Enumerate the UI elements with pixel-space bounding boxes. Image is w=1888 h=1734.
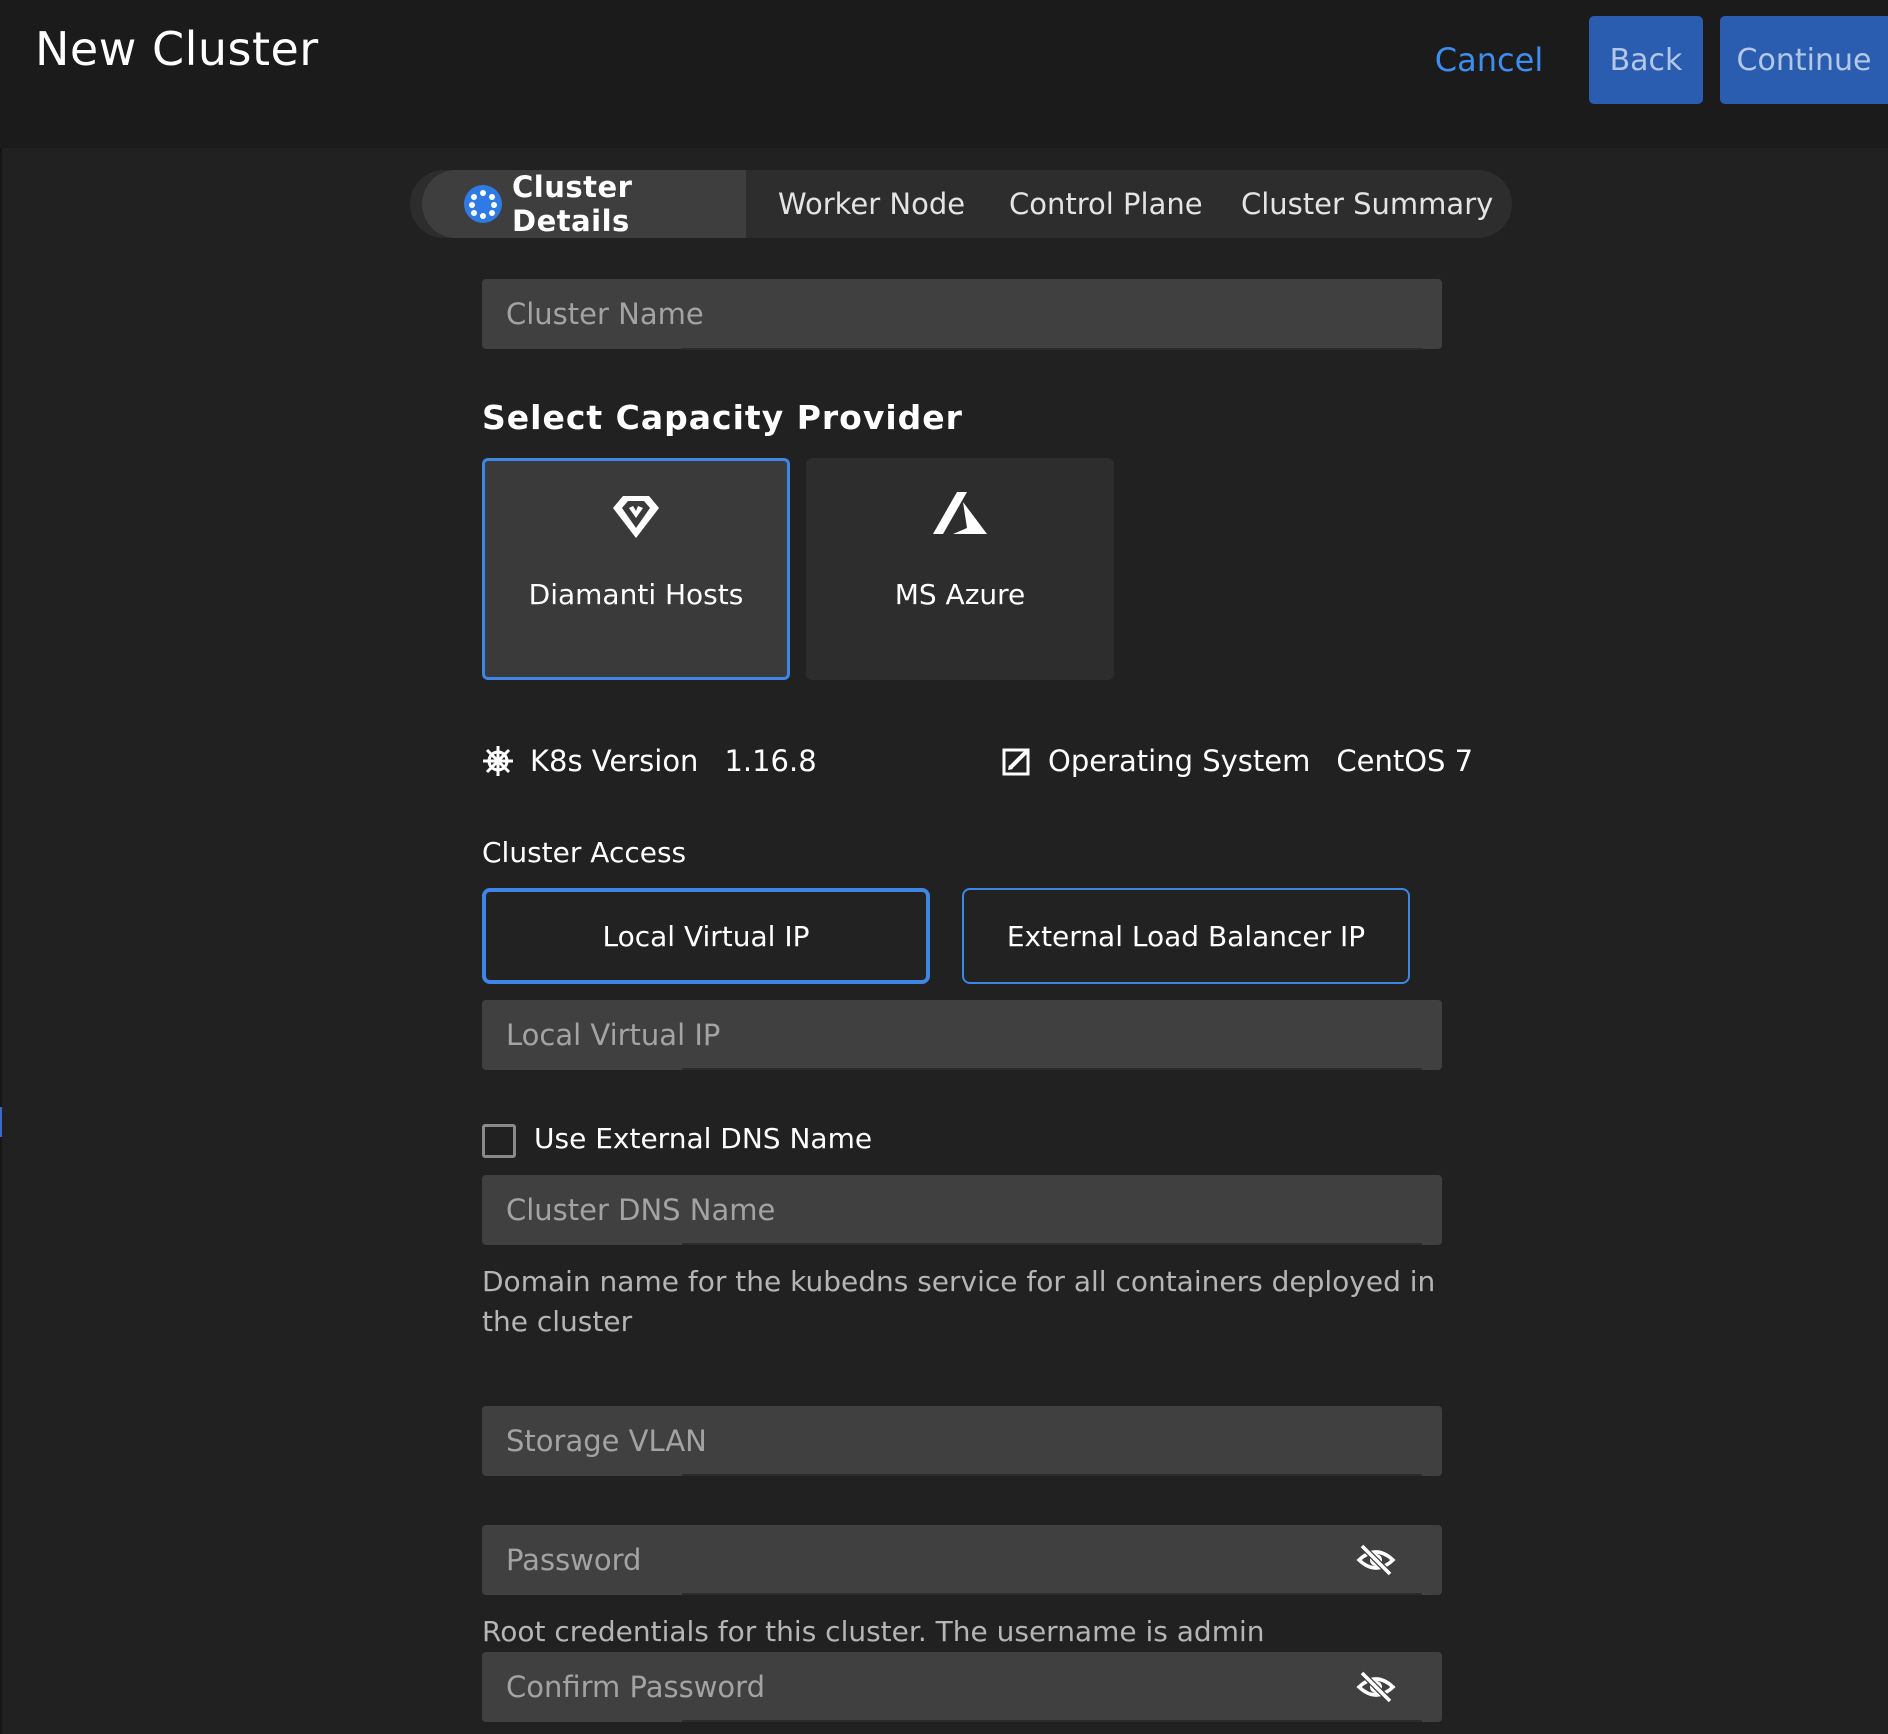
back-button[interactable]: Back [1589, 16, 1703, 104]
tab-worker-node[interactable]: Worker Node [778, 170, 965, 238]
cluster-name-input[interactable] [482, 279, 1442, 349]
operating-system-label: Operating System [1048, 744, 1311, 778]
tab-cluster-summary[interactable]: Cluster Summary [1241, 170, 1493, 238]
tab-label: Control Plane [1009, 187, 1203, 221]
page-title: New Cluster [35, 22, 319, 76]
external-load-balancer-ip-option[interactable]: External Load Balancer IP [962, 888, 1410, 984]
tab-control-plane[interactable]: Control Plane [1009, 170, 1203, 238]
cancel-button[interactable]: Cancel [1426, 16, 1552, 104]
tab-label: Cluster Summary [1241, 187, 1494, 221]
provider-diamanti-hosts[interactable]: Diamanti Hosts [482, 458, 790, 680]
k8s-version-value: 1.16.8 [724, 744, 817, 778]
cluster-access-title: Cluster Access [482, 836, 687, 869]
provider-label: MS Azure [894, 578, 1026, 611]
field-underline [682, 1720, 1422, 1722]
tab-label: Cluster Details [512, 170, 633, 238]
continue-button[interactable]: Continue [1720, 16, 1888, 104]
field-underline [682, 348, 1422, 350]
local-virtual-ip-option[interactable]: Local Virtual IP [482, 888, 930, 984]
operating-system-value: CentOS 7 [1336, 744, 1474, 778]
k8s-version-label: K8s Version [530, 744, 699, 778]
password-help-text: Root credentials for this cluster. The u… [482, 1615, 1265, 1648]
capacity-provider-title: Select Capacity Provider [482, 398, 963, 437]
use-external-dns-checkbox[interactable] [482, 1124, 516, 1158]
left-rail [0, 148, 2, 1734]
kubernetes-icon [483, 746, 513, 776]
local-virtual-ip-input[interactable] [482, 1000, 1442, 1070]
left-rail-indicator [0, 1107, 2, 1137]
use-external-dns-label: Use External DNS Name [534, 1122, 873, 1155]
k8s-version-info: K8s Version 1.16.8 [482, 744, 817, 778]
tab-label: Worker Node [778, 187, 966, 221]
cluster-dns-name-input[interactable] [482, 1175, 1442, 1245]
cluster-details-icon [464, 185, 502, 223]
diamanti-icon [613, 496, 659, 538]
tab-cluster-details[interactable]: Cluster Details [422, 170, 746, 238]
field-underline [682, 1474, 1422, 1476]
wizard-stepper: Cluster Details Worker Node Control Plan… [410, 170, 1512, 238]
provider-ms-azure[interactable]: MS Azure [806, 458, 1114, 680]
hide-password-icon[interactable] [1356, 1540, 1396, 1580]
provider-label: Diamanti Hosts [528, 578, 744, 611]
operating-system-info: Operating System CentOS 7 [1002, 744, 1473, 778]
os-icon [1002, 748, 1030, 776]
azure-icon [933, 492, 987, 534]
cluster-dns-help-text: Domain name for the kubedns service for … [482, 1265, 1436, 1338]
field-underline [682, 1243, 1422, 1245]
field-underline [682, 1068, 1422, 1070]
hide-confirm-password-icon[interactable] [1356, 1667, 1396, 1707]
password-input[interactable] [482, 1525, 1442, 1595]
storage-vlan-input[interactable] [482, 1406, 1442, 1476]
field-underline [682, 1593, 1422, 1595]
confirm-password-input[interactable] [482, 1652, 1442, 1722]
